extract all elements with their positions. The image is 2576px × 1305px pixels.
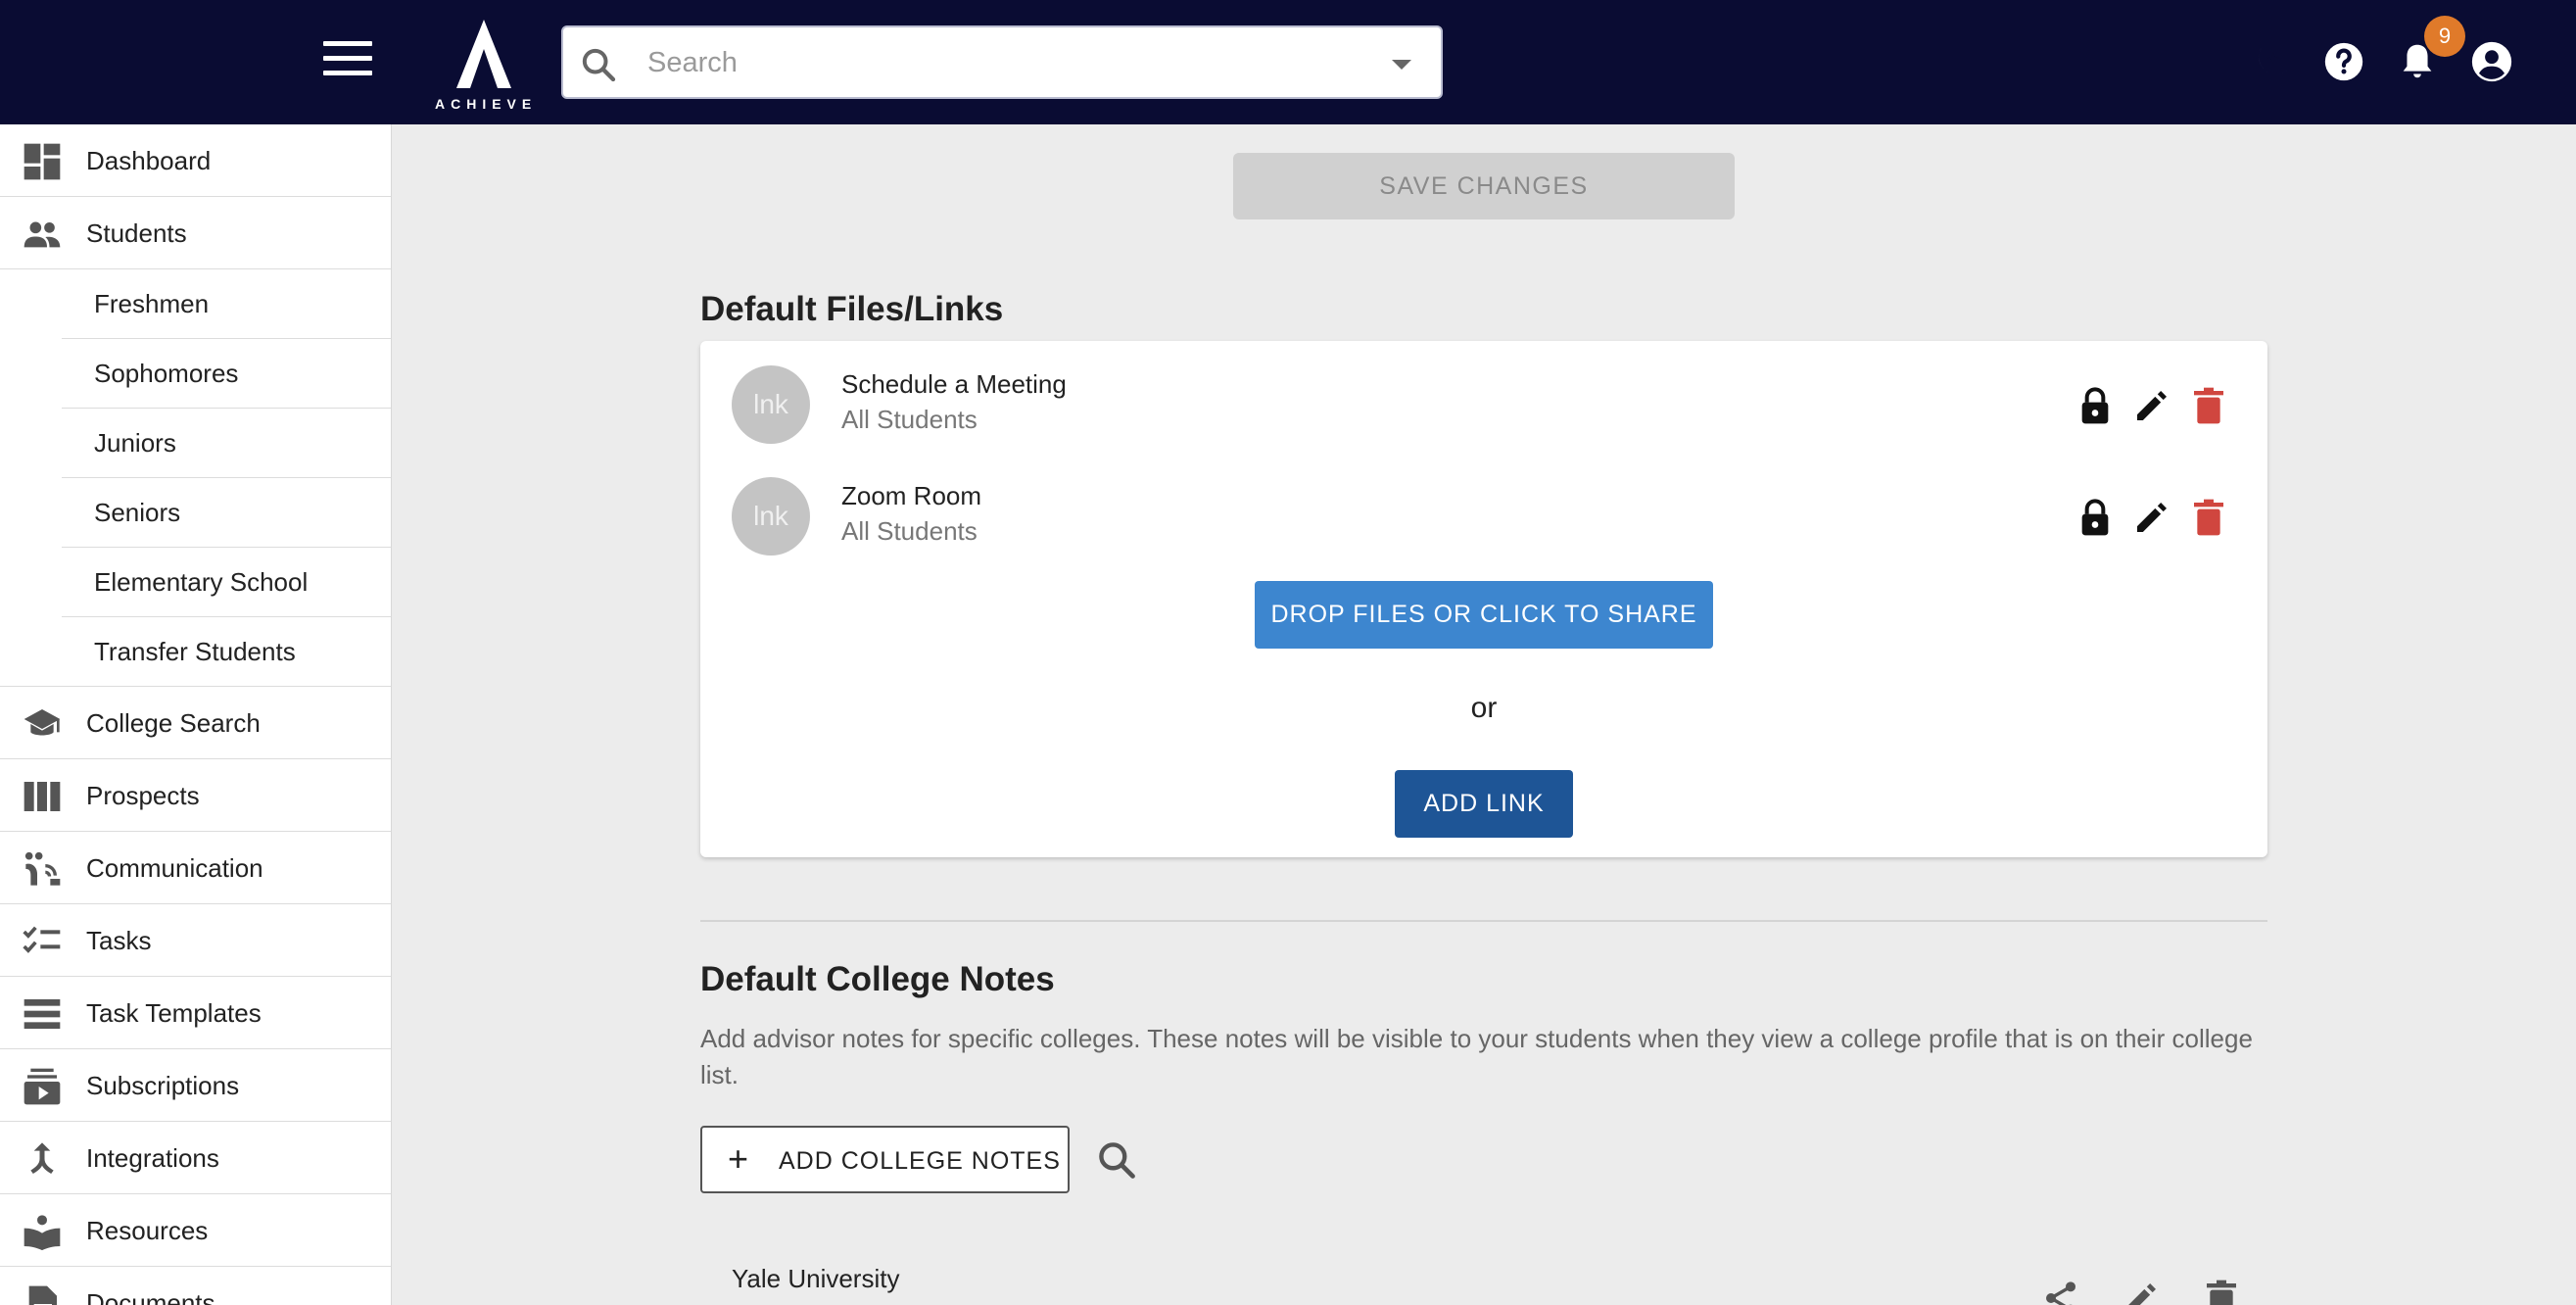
sidebar-item-label: Resources — [86, 1216, 209, 1245]
sidebar: Dashboard Students Freshmen Sophomores J… — [0, 124, 392, 1305]
notification-count-badge: 9 — [2424, 16, 2465, 57]
sidebar-item-resources[interactable]: Resources — [0, 1194, 391, 1267]
sidebar-item-label: Communication — [86, 853, 263, 883]
delete-trash-icon[interactable] — [2189, 497, 2228, 538]
section-divider — [700, 920, 2267, 922]
default-college-notes-title: Default College Notes — [700, 960, 1055, 998]
edit-pencil-icon[interactable] — [2132, 385, 2171, 426]
sidebar-item-label: Prospects — [86, 781, 200, 810]
sidebar-subitem-label: Freshmen — [94, 289, 210, 318]
sidebar-subitem-juniors[interactable]: Juniors — [62, 409, 391, 478]
file-audience: All Students — [841, 405, 978, 434]
sidebar-item-communication[interactable]: Communication — [0, 832, 391, 904]
document-icon — [28, 1285, 57, 1305]
checklist-icon — [23, 926, 61, 953]
sidebar-item-label: Documents — [86, 1288, 215, 1305]
college-note-name: Yale University — [732, 1264, 900, 1293]
merge-icon — [30, 1142, 54, 1174]
sidebar-item-label: Integrations — [86, 1143, 219, 1173]
add-college-notes-label: ADD COLLEGE NOTES — [779, 1147, 1061, 1175]
plus-icon: + — [728, 1138, 750, 1179]
sidebar-subitem-label: Elementary School — [94, 567, 309, 597]
columns-icon — [24, 782, 61, 811]
logo-mark-icon — [456, 20, 511, 88]
global-search[interactable] — [561, 25, 1443, 99]
sidebar-item-label: Dashboard — [86, 146, 212, 175]
hamburger-menu-icon[interactable] — [323, 41, 372, 80]
top-bar: ACHIEVE 9 — [0, 0, 2576, 124]
search-icon — [582, 48, 616, 82]
link-avatar: lnk — [732, 365, 810, 444]
delete-trash-icon[interactable] — [2189, 385, 2228, 426]
subscriptions-icon — [24, 1068, 61, 1105]
sidebar-item-students[interactable]: Students — [0, 197, 391, 269]
sidebar-subitem-seniors[interactable]: Seniors — [62, 478, 391, 548]
people-icon — [24, 221, 61, 248]
sidebar-subitem-transfer-students[interactable]: Transfer Students — [0, 617, 391, 687]
sidebar-item-integrations[interactable]: Integrations — [0, 1122, 391, 1194]
sidebar-subitem-elementary-school[interactable]: Elementary School — [62, 548, 391, 617]
link-avatar: lnk — [732, 477, 810, 556]
sidebar-item-tasks[interactable]: Tasks — [0, 904, 391, 977]
share-icon[interactable] — [2041, 1279, 2080, 1305]
sidebar-item-task-templates[interactable]: Task Templates — [0, 977, 391, 1049]
logo-text: ACHIEVE — [435, 96, 538, 112]
default-files-links-title: Default Files/Links — [700, 290, 1004, 328]
file-title: Zoom Room — [841, 481, 982, 510]
help-icon[interactable] — [2321, 39, 2366, 84]
delete-trash-icon[interactable] — [2202, 1279, 2241, 1305]
add-college-notes-button[interactable]: + ADD COLLEGE NOTES — [700, 1126, 1070, 1193]
file-title: Schedule a Meeting — [841, 369, 1067, 399]
sidebar-item-label: Students — [86, 218, 187, 248]
or-separator-text: or — [1470, 692, 1498, 724]
sidebar-item-label: Subscriptions — [86, 1071, 240, 1100]
college-notes-search-icon[interactable] — [1095, 1138, 1138, 1182]
achieve-logo[interactable]: ACHIEVE — [435, 18, 538, 112]
file-row[interactable]: lnk Schedule a Meeting All Students — [700, 356, 2267, 454]
save-changes-button[interactable]: SAVE CHANGES — [1233, 153, 1735, 219]
default-files-card: lnk Schedule a Meeting All Students lnk … — [700, 341, 2267, 857]
sidebar-subitem-label: Transfer Students — [94, 637, 296, 666]
search-dropdown-icon[interactable] — [1392, 60, 1411, 70]
search-input[interactable] — [647, 39, 1333, 86]
school-icon — [24, 709, 61, 736]
file-row[interactable]: lnk Zoom Room All Students — [700, 467, 2267, 565]
book-icon — [24, 1215, 61, 1251]
sidebar-subitem-freshmen[interactable]: Freshmen — [62, 269, 391, 339]
college-notes-description: Add advisor notes for specific colleges.… — [700, 1024, 2253, 1089]
sidebar-item-label: Tasks — [86, 926, 152, 955]
drop-files-share-button[interactable]: DROP FILES OR CLICK TO SHARE — [1255, 581, 1713, 649]
lock-icon[interactable] — [2075, 385, 2115, 426]
sidebar-subitem-label: Sophomores — [94, 359, 239, 388]
sidebar-item-documents[interactable]: Documents — [0, 1267, 391, 1305]
sidebar-item-label: College Search — [86, 708, 261, 738]
edit-pencil-icon[interactable] — [2132, 497, 2171, 538]
sidebar-subitem-label: Seniors — [94, 498, 181, 527]
list-icon — [24, 999, 61, 1029]
sidebar-item-prospects[interactable]: Prospects — [0, 759, 391, 832]
file-audience: All Students — [841, 516, 978, 546]
sidebar-item-label: Task Templates — [86, 998, 262, 1028]
sidebar-subitem-sophomores[interactable]: Sophomores — [62, 339, 391, 409]
sidebar-item-dashboard[interactable]: Dashboard — [0, 124, 391, 197]
sidebar-item-college-search[interactable]: College Search — [0, 687, 391, 759]
add-link-button[interactable]: ADD LINK — [1395, 770, 1573, 838]
sidebar-item-subscriptions[interactable]: Subscriptions — [0, 1049, 391, 1122]
communication-icon — [24, 851, 61, 886]
dashboard-icon — [24, 143, 61, 180]
lock-icon[interactable] — [2075, 497, 2115, 538]
dark-mode-toggle-icon[interactable] — [2249, 39, 2294, 84]
edit-pencil-icon[interactable] — [2122, 1279, 2161, 1305]
sidebar-subitem-label: Juniors — [94, 428, 176, 458]
account-icon[interactable] — [2469, 39, 2514, 84]
